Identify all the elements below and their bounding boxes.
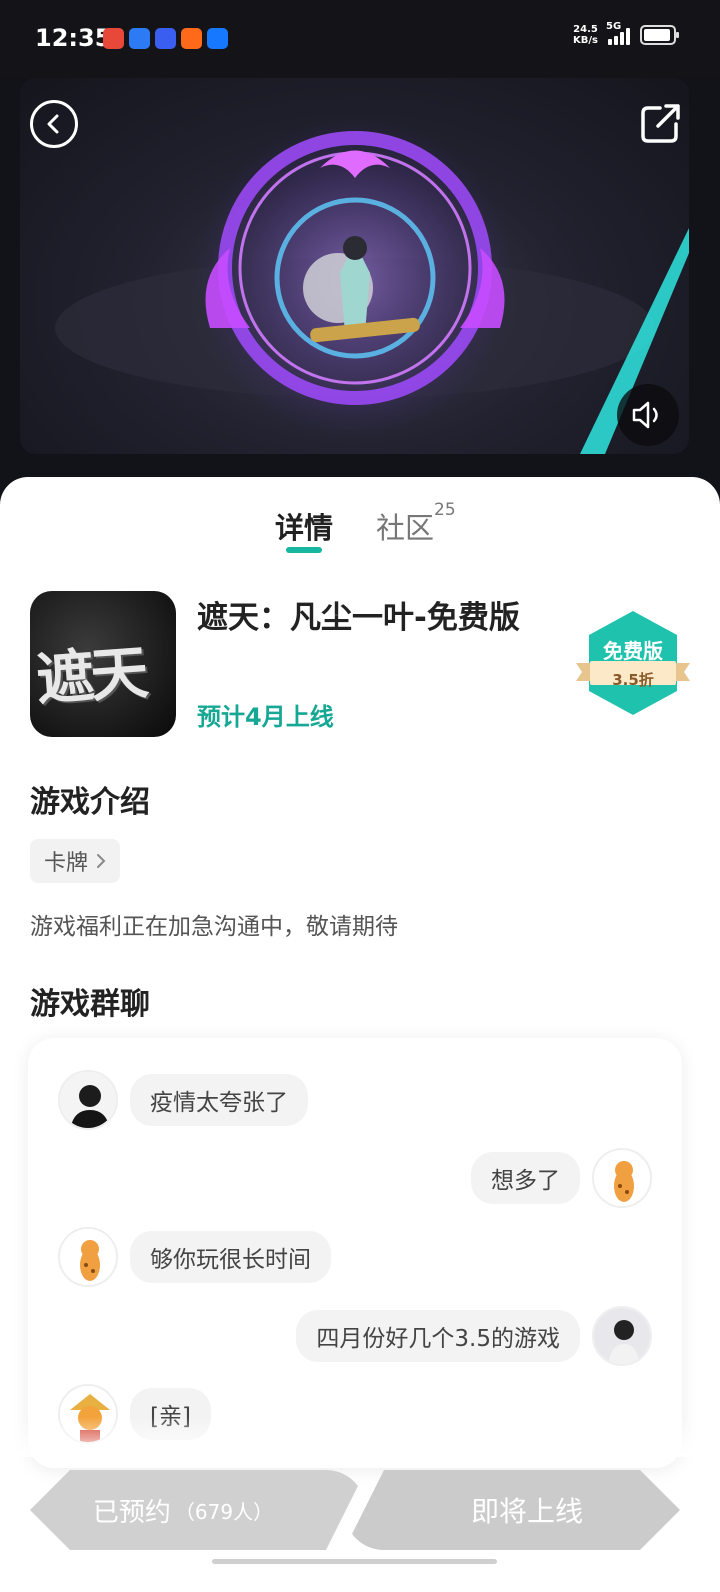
coming-soon-button[interactable]: 即将上线	[344, 1470, 680, 1550]
content-fade	[0, 1417, 720, 1457]
share-icon	[641, 104, 680, 143]
chat-bubble: 四月份好几个3.5的游戏	[296, 1310, 580, 1362]
tab-bar: 详情 社区25	[0, 500, 720, 555]
tab-community[interactable]: 社区25	[376, 500, 456, 547]
status-time: 12:35	[35, 24, 112, 52]
vivo-app-icon	[155, 28, 176, 49]
network-speed: 24.5 KB/s	[573, 24, 598, 46]
chat-bubble: 够你玩很长时间	[130, 1231, 331, 1283]
cloud-app-icon	[129, 28, 150, 49]
intro-text: 游戏福利正在加急沟通中，敬请期待	[30, 914, 398, 940]
game-video-banner[interactable]	[20, 78, 689, 454]
tab-detail[interactable]: 详情	[275, 505, 333, 547]
network-type: 5G	[606, 21, 622, 32]
chat-message: 疫情太夸张了	[58, 1070, 308, 1130]
chevron-right-icon	[97, 854, 106, 868]
signal-icon: 5G	[606, 21, 630, 45]
release-date: 预计4月上线	[197, 703, 334, 731]
tab-community-label: 社区	[376, 511, 435, 545]
taobao-app-icon	[181, 28, 202, 49]
avatar	[592, 1148, 652, 1208]
avatar	[58, 1070, 118, 1130]
battery-icon	[640, 25, 679, 45]
badge-shape	[576, 611, 690, 715]
chat-message: 四月份好几个3.5的游戏	[296, 1306, 652, 1366]
group-chat-card[interactable]: 疫情太夸张了 想多了 够你玩很长时间 四月份好几个3.5的游戏 [亲]	[28, 1038, 682, 1468]
tab-indicator	[286, 547, 322, 553]
group-chat-heading: 游戏群聊	[30, 987, 150, 1022]
genre-tag-label: 卡牌	[44, 851, 89, 876]
chat-bubble: 想多了	[471, 1152, 580, 1204]
speaker-icon	[632, 401, 658, 429]
reserved-count: （679人）	[174, 1499, 274, 1524]
status-bar: 12:35 24.5 KB/s 5G	[0, 0, 720, 78]
home-indicator[interactable]	[212, 1559, 497, 1564]
back-button[interactable]	[30, 100, 78, 148]
banner-artwork	[55, 118, 689, 454]
avatar	[58, 1227, 118, 1287]
reserved-button[interactable]: 已预约 （679人）	[30, 1470, 366, 1550]
avatar	[592, 1306, 652, 1366]
chat-message: 想多了	[471, 1148, 652, 1208]
reserved-label: 已预约	[92, 1497, 171, 1528]
chevron-left-icon	[47, 114, 59, 134]
badge-discount: 3.5折	[612, 671, 654, 689]
genre-tag[interactable]: 卡牌	[30, 839, 121, 883]
status-indicators: 24.5 KB/s 5G	[573, 21, 679, 46]
map-app-icon	[103, 28, 124, 49]
chat-message: 够你玩很长时间	[58, 1227, 331, 1287]
badge-label: 免费版	[603, 639, 663, 663]
sound-toggle-button[interactable]	[617, 384, 679, 446]
coming-soon-label: 即将上线	[470, 1495, 583, 1528]
game-title: 遮天：凡尘一叶-免费版	[197, 600, 520, 636]
chat-bubble: 疫情太夸张了	[130, 1074, 308, 1126]
detail-sheet: 详情 社区25 遮天 遮天：凡尘一叶-免费版 预计4月上线 免费版 3.5折 游…	[0, 477, 720, 1592]
free-version-badge: 免费版 3.5折	[576, 611, 690, 719]
game-icon: 遮天	[30, 591, 176, 737]
community-count: 25	[434, 500, 456, 521]
game-logo-text: 遮天	[34, 638, 147, 714]
intro-heading: 游戏介绍	[30, 785, 150, 820]
alipay-app-icon	[207, 28, 228, 49]
share-button[interactable]	[638, 102, 682, 146]
notification-icons	[103, 28, 228, 49]
